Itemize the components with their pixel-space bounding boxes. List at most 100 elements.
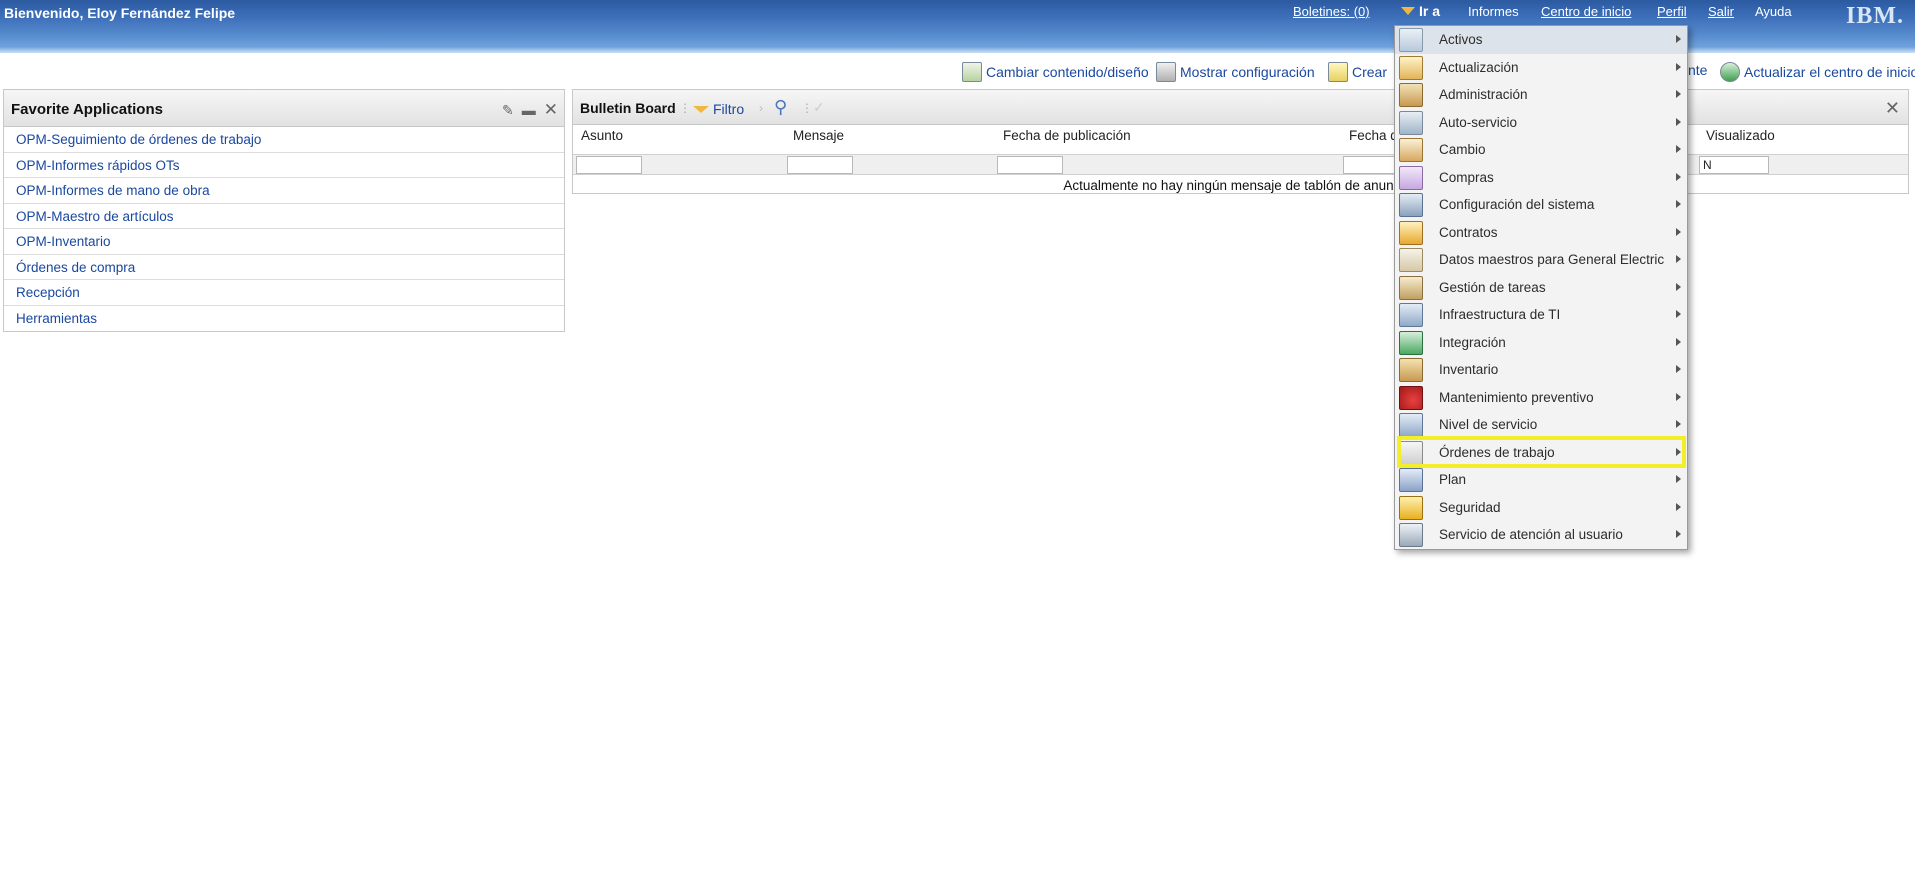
- centro-inicio-link[interactable]: Centro de inicio: [1541, 4, 1631, 19]
- ayuda-link[interactable]: Ayuda: [1755, 4, 1792, 19]
- fecha-publicacion-filter-input[interactable]: [997, 156, 1063, 174]
- menu-item-label: Configuración del sistema: [1439, 197, 1595, 212]
- menu-item-label: Contratos: [1439, 224, 1498, 240]
- menu-item-label: Actualización: [1439, 59, 1519, 75]
- column-asunto[interactable]: Asunto: [581, 128, 623, 143]
- menu-item-compras[interactable]: Compras: [1395, 164, 1687, 192]
- menu-item-label: Activos: [1439, 32, 1483, 47]
- menu-item-label: Cambio: [1439, 142, 1486, 157]
- favorite-item[interactable]: OPM-Informes rápidos OTs: [4, 153, 564, 178]
- search-icon[interactable]: ⚲: [774, 97, 787, 118]
- nivel-servicio-icon: [1399, 413, 1423, 437]
- menu-item-gestion-tareas[interactable]: Gestión de tareas: [1395, 274, 1687, 302]
- filter-button[interactable]: Filtro: [693, 101, 744, 117]
- actualizacion-icon: [1399, 55, 1423, 80]
- inventario-icon: [1399, 358, 1423, 382]
- menu-item-servicio-atencion[interactable]: Servicio de atención al usuario: [1395, 521, 1687, 549]
- column-mensaje[interactable]: Mensaje: [793, 128, 844, 143]
- menu-item-contratos[interactable]: Contratos: [1395, 219, 1687, 247]
- nte-link[interactable]: nte: [1688, 62, 1707, 78]
- ir-a-menu-button[interactable]: Ir a: [1401, 3, 1440, 19]
- favorite-item[interactable]: OPM-Seguimiento de órdenes de trabajo: [4, 127, 564, 153]
- favorite-item[interactable]: OPM-Inventario: [4, 229, 564, 255]
- column-visualizado[interactable]: Visualizado: [1706, 128, 1775, 143]
- filter-icon: [693, 105, 709, 113]
- menu-item-label: Plan: [1439, 472, 1467, 487]
- mostrar-configuracion-button[interactable]: Mostrar configuración: [1156, 62, 1315, 82]
- compras-icon: [1399, 165, 1423, 190]
- activos-icon: [1399, 28, 1423, 52]
- edit-pencil-icon[interactable]: ✎: [502, 102, 514, 119]
- visualizado-filter-input[interactable]: N: [1699, 156, 1769, 174]
- submenu-arrow-icon: [1676, 447, 1681, 456]
- favorite-item[interactable]: OPM-Maestro de artículos: [4, 204, 564, 229]
- favorite-item[interactable]: Órdenes de compra: [4, 255, 564, 280]
- ibm-logo: IBM.: [1846, 3, 1904, 29]
- boletines-link[interactable]: Boletines: (0): [1293, 4, 1370, 19]
- actualizar-centro-button[interactable]: Actualizar el centro de inicio: [1720, 62, 1915, 82]
- chevron-right-icon: ›: [759, 101, 763, 115]
- menu-item-label: Integración: [1439, 334, 1506, 350]
- refresh-icon: [1720, 62, 1740, 82]
- submenu-arrow-icon: [1676, 117, 1681, 126]
- menu-item-integracion[interactable]: Integración: [1395, 329, 1687, 357]
- submenu-arrow-icon: [1676, 200, 1681, 208]
- menu-item-cambio[interactable]: Cambio: [1395, 136, 1687, 164]
- menu-item-plan[interactable]: Plan: [1395, 466, 1687, 494]
- menu-item-mantenimiento[interactable]: Mantenimiento preventivo: [1395, 384, 1687, 412]
- favorite-item[interactable]: OPM-Informes de mano de obra: [4, 178, 564, 204]
- menu-item-activos[interactable]: Activos: [1395, 26, 1687, 54]
- submenu-arrow-icon: [1676, 365, 1681, 373]
- favorites-header: Favorite Applications ✎ ▬ ✕: [4, 90, 564, 127]
- favorite-item[interactable]: Herramientas: [4, 306, 564, 332]
- menu-item-seguridad[interactable]: Seguridad: [1395, 494, 1687, 522]
- favorites-controls: ✎ ▬ ✕: [502, 100, 558, 120]
- submenu-arrow-icon: [1676, 420, 1681, 428]
- menu-item-label: Seguridad: [1439, 499, 1501, 515]
- servicio-atencion-icon: [1399, 523, 1423, 547]
- menu-item-configuracion[interactable]: Configuración del sistema: [1395, 191, 1687, 219]
- toolbar-separator: ⋮: [801, 101, 813, 115]
- menu-item-label: Inventario: [1439, 362, 1499, 377]
- favorite-applications-portlet: Favorite Applications ✎ ▬ ✕ OPM-Seguimie…: [3, 89, 565, 332]
- submenu-arrow-icon: [1676, 145, 1681, 153]
- menu-item-datos-maestros[interactable]: Datos maestros para General Electric: [1395, 246, 1687, 274]
- menu-item-infraestructura[interactable]: Infraestructura de TI: [1395, 301, 1687, 329]
- menu-item-label: Administración: [1439, 87, 1528, 102]
- menu-item-ordenes-trabajo[interactable]: Órdenes de trabajo: [1395, 439, 1687, 467]
- integracion-icon: [1399, 330, 1423, 355]
- crear-button[interactable]: Crear: [1328, 62, 1387, 82]
- submenu-arrow-icon: [1676, 475, 1681, 483]
- favorite-item[interactable]: Recepción: [4, 280, 564, 306]
- crear-label: Crear: [1352, 64, 1388, 80]
- menu-item-label: Compras: [1439, 169, 1494, 185]
- menu-item-administracion[interactable]: Administración: [1395, 81, 1687, 109]
- ir-a-dropdown-icon: [1401, 7, 1415, 15]
- menu-item-nivel-servicio[interactable]: Nivel de servicio: [1395, 411, 1687, 439]
- asunto-filter-input[interactable]: [576, 156, 642, 174]
- bulletin-filter-row: N: [573, 154, 1908, 175]
- gestion-tareas-icon: [1399, 275, 1423, 300]
- bulletin-title: Bulletin Board: [580, 100, 676, 116]
- perfil-link[interactable]: Perfil: [1657, 4, 1687, 19]
- cambiar-contenido-button[interactable]: Cambiar contenido/diseño: [962, 62, 1149, 82]
- close-icon[interactable]: ✕: [1885, 98, 1900, 119]
- salir-link[interactable]: Salir: [1708, 4, 1734, 19]
- close-icon[interactable]: ✕: [544, 100, 558, 120]
- minimize-icon[interactable]: ▬: [522, 102, 536, 118]
- menu-item-inventario[interactable]: Inventario: [1395, 356, 1687, 384]
- plan-icon: [1399, 468, 1423, 492]
- menu-item-label: Mantenimiento preventivo: [1439, 389, 1594, 405]
- clear-filter-icon[interactable]: ✓: [813, 99, 825, 116]
- contratos-icon: [1399, 220, 1423, 245]
- column-fecha[interactable]: Fecha d: [1349, 128, 1398, 143]
- submenu-arrow-icon: [1676, 255, 1681, 263]
- column-fecha-publicacion[interactable]: Fecha de publicación: [1003, 128, 1131, 143]
- seguridad-icon: [1399, 495, 1423, 520]
- menu-item-actualizacion[interactable]: Actualización: [1395, 54, 1687, 82]
- mensaje-filter-input[interactable]: [787, 156, 853, 174]
- toolbar-separator: ⋮: [679, 101, 691, 115]
- settings-icon: [1156, 62, 1176, 82]
- informes-link[interactable]: Informes: [1468, 4, 1519, 19]
- menu-item-auto-servicio[interactable]: Auto-servicio: [1395, 109, 1687, 137]
